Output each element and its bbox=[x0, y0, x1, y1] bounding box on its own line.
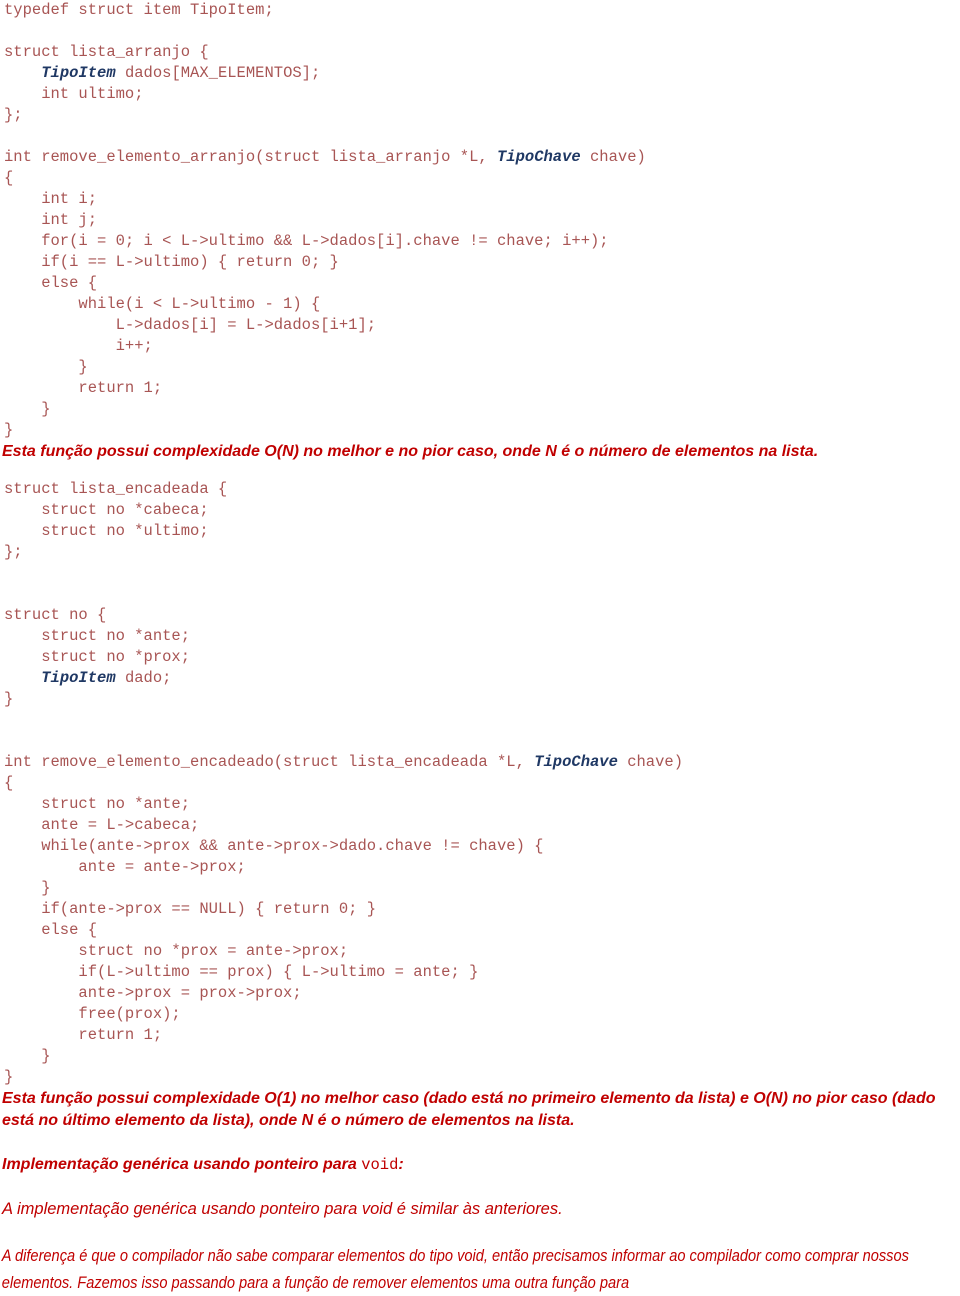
keyword-void: void bbox=[361, 1156, 399, 1174]
code-struct-no-close: } bbox=[4, 690, 14, 708]
code-struct-lista-arranjo-ultimo: int ultimo; bbox=[4, 85, 144, 103]
paragraph-generica-intro: A implementação genérica usando ponteiro… bbox=[2, 1200, 563, 1218]
paragraph-generica-detail: A diferença é que o compilador não sabe … bbox=[1, 1246, 909, 1292]
code-struct-no-ante: struct no *ante; bbox=[4, 627, 191, 645]
heading-text-suffix: : bbox=[398, 1156, 404, 1173]
document-page: typedef struct item TipoItem; struct lis… bbox=[0, 0, 960, 1292]
code-struct-no-dado: TipoItem dado; bbox=[0, 668, 960, 689]
type-tipochave: TipoChave bbox=[496, 148, 581, 166]
code-struct-lista-encadeada: struct lista_encadeada { struct no *cabe… bbox=[4, 480, 228, 561]
type-tipoitem: TipoItem bbox=[41, 64, 116, 82]
code-fn-remove-arranjo-body: { int i; int j; for(i = 0; i < L->ultimo… bbox=[4, 169, 609, 439]
code-decl-dados: dados[MAX_ELEMENTOS]; bbox=[115, 64, 321, 82]
code-fn-signature-prefix: int remove_elemento_encadeado(struct lis… bbox=[4, 753, 535, 771]
code-struct-lista-arranjo-close: }; bbox=[4, 106, 23, 124]
heading-text-prefix: Implementação genérica usando ponteiro p… bbox=[2, 1156, 362, 1173]
code-fn-remove-encadeado-signature: int remove_elemento_encadeado(struct lis… bbox=[0, 752, 960, 773]
type-tipoitem: TipoItem bbox=[41, 669, 116, 687]
code-decl-dado: dado; bbox=[115, 669, 172, 687]
code-struct-no-open: struct no { bbox=[4, 606, 107, 624]
code-fn-remove-arranjo-signature: int remove_elemento_arranjo(struct lista… bbox=[0, 147, 960, 168]
code-fn-signature-suffix: chave) bbox=[580, 148, 646, 166]
code-struct-no-prox: struct no *prox; bbox=[4, 648, 191, 666]
paragraph-arranjo-complexity: Esta função possui complexidade O(N) no … bbox=[2, 443, 819, 460]
code-typedef-tipoitem: typedef struct item TipoItem; bbox=[4, 1, 274, 19]
code-struct-lista-arranjo-dados: TipoItem dados[MAX_ELEMENTOS]; bbox=[0, 63, 960, 84]
code-fn-signature-suffix: chave) bbox=[617, 753, 684, 771]
paragraph-encadeado-complexity: Esta função possui complexidade O(1) no … bbox=[2, 1090, 936, 1129]
code-struct-lista-arranjo-open: struct lista_arranjo { bbox=[4, 43, 209, 61]
code-fn-signature-prefix: int remove_elemento_arranjo(struct lista… bbox=[4, 148, 497, 166]
heading-implementacao-generica: Implementação genérica usando ponteiro p… bbox=[0, 1154, 960, 1176]
code-fn-remove-encadeado-body: { struct no *ante; ante = L->cabeca; whi… bbox=[4, 774, 544, 1086]
type-tipochave: TipoChave bbox=[534, 753, 618, 771]
